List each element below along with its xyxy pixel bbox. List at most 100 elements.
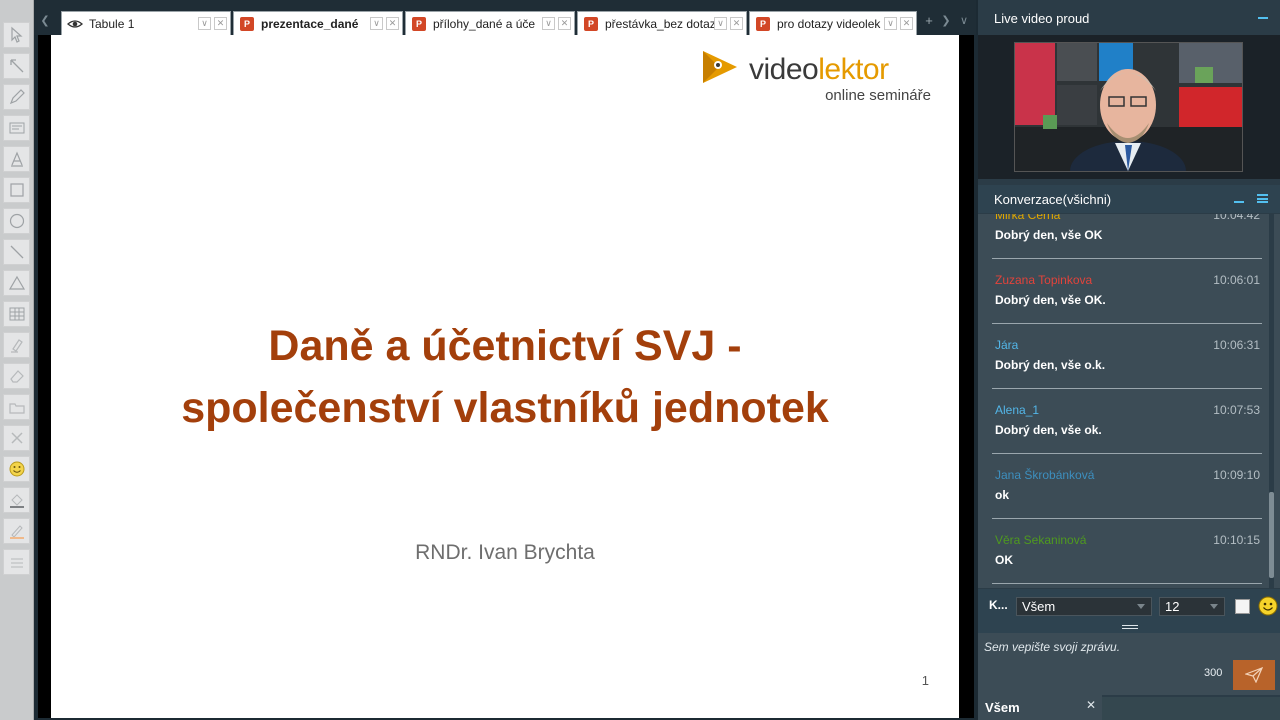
tab-pro-dotazy[interactable]: P pro dotazy videolek ∨ ✕ bbox=[749, 11, 917, 35]
tab-close-icon[interactable]: ✕ bbox=[386, 17, 399, 30]
chat-message-text: Dobrý den, vše OK bbox=[995, 228, 1103, 242]
chat-scrollbar-thumb[interactable] bbox=[1269, 492, 1274, 578]
videolektor-logo-icon bbox=[703, 51, 737, 83]
powerpoint-icon: P bbox=[755, 16, 771, 32]
logo-wordmark-lektor: lektor bbox=[818, 53, 889, 86]
live-video-stream[interactable] bbox=[1014, 42, 1243, 172]
logo-subtitle: online semináře bbox=[825, 87, 931, 104]
tabs-scroll-left-icon[interactable]: ❮ bbox=[38, 12, 52, 28]
line-tool-icon[interactable] bbox=[3, 239, 30, 265]
chat-message-text: OK bbox=[995, 553, 1013, 567]
tab-prezentace-dane[interactable]: P prezentace_dané ∨ ✕ bbox=[233, 11, 403, 35]
recipient-select[interactable]: Všem bbox=[1016, 597, 1152, 616]
slide-title-line-1: Daně a účetnictví SVJ - bbox=[268, 322, 742, 370]
chat-tab-bar-empty bbox=[1102, 697, 1280, 720]
chat-controls-label: K... bbox=[989, 598, 1008, 612]
tab-close-icon[interactable]: ✕ bbox=[558, 17, 571, 30]
eye-icon bbox=[67, 16, 83, 32]
close-icon[interactable]: ✕ bbox=[1086, 698, 1096, 712]
folder-tool-icon[interactable] bbox=[3, 394, 30, 420]
chat-message-author: Věra Sekaninová bbox=[995, 533, 1087, 547]
app-window: ❮ Tabule 1 ∨ ✕ P prezentace_dané ∨ ✕ P p… bbox=[0, 0, 1280, 720]
chat-panel-title: Konverzace(všichni) bbox=[994, 191, 1112, 207]
chat-tab-label: Všem bbox=[985, 700, 1020, 715]
chat-message: Mirka Černá 10:04:42 Dobrý den, vše OK bbox=[992, 214, 1262, 259]
message-input[interactable] bbox=[984, 637, 1214, 657]
text-box-tool-icon[interactable] bbox=[3, 115, 30, 141]
tab-prilohy-dane[interactable]: P přílohy_dané a úče ∨ ✕ bbox=[405, 11, 575, 35]
tab-dropdown-icon[interactable]: ∨ bbox=[198, 17, 211, 30]
video-panel-title: Live video proud bbox=[994, 10, 1090, 26]
chevron-down-icon bbox=[1137, 604, 1145, 609]
whiteboard-toolbar bbox=[0, 0, 34, 720]
chat-tab-bar: Všem ✕ bbox=[978, 695, 1280, 720]
pen-tool-icon[interactable] bbox=[3, 84, 30, 110]
clear-tool-icon[interactable] bbox=[3, 425, 30, 451]
chat-tab-vsem[interactable]: Všem ✕ bbox=[978, 695, 1102, 720]
add-tab-icon[interactable]: + bbox=[922, 12, 936, 28]
compose-area: 300 bbox=[978, 633, 1280, 695]
line-arrow-tool-icon[interactable] bbox=[3, 53, 30, 79]
powerpoint-icon: P bbox=[583, 16, 599, 32]
chat-message-time: 10:10:15 bbox=[1213, 533, 1260, 547]
fill-color-tool-icon[interactable] bbox=[3, 487, 30, 513]
tab-prestavka[interactable]: P přestávka_bez dotaz ∨ ✕ bbox=[577, 11, 747, 35]
powerpoint-icon: P bbox=[411, 16, 427, 32]
tab-dropdown-icon[interactable]: ∨ bbox=[370, 17, 383, 30]
tab-dropdown-icon[interactable]: ∨ bbox=[542, 17, 555, 30]
tab-label: prezentace_dané bbox=[261, 16, 359, 31]
chat-panel-header: Konverzace(všichni) bbox=[978, 185, 1280, 213]
chat-menu-icon[interactable] bbox=[1257, 194, 1268, 203]
chat-message-text: Dobrý den, vše ok. bbox=[995, 423, 1102, 437]
tabs-scroll-right-icon[interactable]: ❯ bbox=[939, 12, 953, 28]
chat-message-text: ok bbox=[995, 488, 1010, 502]
presentation-viewport: videolektor online semináře Daně a účetn… bbox=[38, 35, 974, 718]
text-tool-icon[interactable] bbox=[3, 146, 30, 172]
emoji-tool-icon[interactable] bbox=[3, 456, 30, 482]
chat-minimize-icon[interactable] bbox=[1234, 201, 1244, 203]
live-video-area bbox=[978, 35, 1280, 179]
triangle-tool-icon[interactable] bbox=[3, 270, 30, 296]
tab-tabule-1[interactable]: Tabule 1 ∨ ✕ bbox=[61, 11, 231, 35]
chat-message-time: 10:09:10 bbox=[1213, 468, 1260, 482]
chevron-down-icon bbox=[1210, 604, 1218, 609]
presentation-slide[interactable]: videolektor online semináře Daně a účetn… bbox=[51, 35, 959, 718]
chat-message: Alena_1 10:07:53 Dobrý den, vše ok. bbox=[992, 389, 1262, 454]
chat-message-time: 10:04:42 bbox=[1213, 214, 1260, 222]
tabs-menu-icon[interactable]: ∨ bbox=[957, 12, 971, 28]
video-panel-header: Live video proud bbox=[978, 4, 1280, 32]
powerpoint-icon: P bbox=[239, 16, 255, 32]
send-button[interactable] bbox=[1233, 660, 1275, 690]
font-size-select-value: 12 bbox=[1165, 599, 1180, 614]
logo-wordmark: videolektor bbox=[749, 53, 889, 87]
tab-dropdown-icon[interactable]: ∨ bbox=[884, 17, 897, 30]
chat-message-list[interactable]: Mirka Černá 10:04:42 Dobrý den, vše OK Z… bbox=[978, 214, 1280, 588]
highlighter-tool-icon[interactable] bbox=[3, 332, 30, 358]
tab-dropdown-icon[interactable]: ∨ bbox=[714, 17, 727, 30]
grip-line bbox=[1122, 625, 1138, 626]
eraser-tool-icon[interactable] bbox=[3, 363, 30, 389]
line-width-tool-icon[interactable] bbox=[3, 549, 30, 575]
compose-resize-handle[interactable] bbox=[978, 621, 1280, 633]
chat-message-author: Mirka Černá bbox=[995, 214, 1061, 222]
chat-option-checkbox[interactable] bbox=[1235, 599, 1250, 614]
chat-controls: K... Všem 12 bbox=[978, 589, 1280, 621]
tab-label: přestávka_bez dotaz bbox=[605, 16, 714, 31]
document-tab-strip: ❮ Tabule 1 ∨ ✕ P prezentace_dané ∨ ✕ P p… bbox=[34, 0, 976, 35]
pointer-tool-icon[interactable] bbox=[3, 22, 30, 48]
tab-label: Tabule 1 bbox=[89, 16, 135, 31]
emoji-picker-icon[interactable] bbox=[1258, 596, 1278, 616]
font-size-select[interactable]: 12 bbox=[1159, 597, 1225, 616]
side-panel: Live video proud Konverzace(všichni) Mir… bbox=[978, 0, 1280, 720]
chat-message-text: Dobrý den, vše OK. bbox=[995, 293, 1106, 307]
stroke-color-tool-icon[interactable] bbox=[3, 518, 30, 544]
video-panel-minimize-icon[interactable] bbox=[1258, 17, 1268, 19]
chat-message-author: Zuzana Topinkova bbox=[995, 273, 1093, 287]
tab-close-icon[interactable]: ✕ bbox=[214, 17, 227, 30]
ellipse-tool-icon[interactable] bbox=[3, 208, 30, 234]
slide-title: Daně a účetnictví SVJ - společenství vla… bbox=[51, 315, 959, 439]
tab-close-icon[interactable]: ✕ bbox=[730, 17, 743, 30]
table-tool-icon[interactable] bbox=[3, 301, 30, 327]
tab-close-icon[interactable]: ✕ bbox=[900, 17, 913, 30]
rectangle-tool-icon[interactable] bbox=[3, 177, 30, 203]
